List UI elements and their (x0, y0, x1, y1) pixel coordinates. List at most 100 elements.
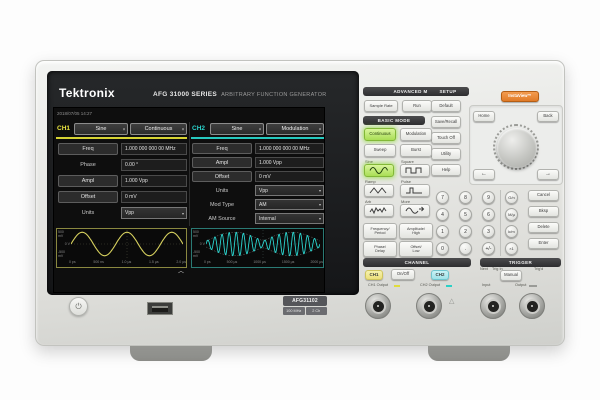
ch2-amsource-dropdown[interactable]: Internal ▾ (255, 213, 324, 224)
ch2-units-dropdown[interactable]: Vpp ▾ (255, 185, 324, 196)
back-button[interactable]: Back (537, 111, 559, 122)
ch2-freq-button[interactable]: Freq (192, 143, 252, 154)
ch2-modtype-label: Mod Type (192, 199, 252, 210)
modulation-mode-button[interactable]: Modulation (400, 128, 432, 141)
series-title: AFG 31000 SERIES (153, 91, 217, 98)
backspace-button[interactable]: Bksp (528, 206, 559, 217)
amplitude-high-button[interactable]: Amplitude/High (399, 223, 433, 239)
bandwidth-spec: 100 MHz (283, 307, 305, 315)
touch-off-button[interactable]: Touch Off (431, 132, 461, 144)
phase-delay-button[interactable]: Phase/Delay (363, 241, 397, 257)
more-waves-button[interactable] (400, 204, 430, 217)
ramp-wave-button[interactable] (364, 184, 394, 197)
frequency-period-button[interactable]: Frequency/Period (363, 223, 397, 239)
ch2-ampl-button[interactable]: Ampl (192, 157, 252, 168)
square-wave-icon (405, 166, 425, 175)
square-wave-button[interactable] (400, 164, 430, 177)
ch2-output-bnc (416, 293, 442, 319)
ch1-runmode-dropdown[interactable]: Continuous ▾ (130, 123, 187, 135)
model-specs-badge: 100 MHz 2 Ch (283, 307, 327, 315)
arb-wave-button[interactable] (364, 204, 394, 217)
ch1-units-dropdown[interactable]: Vpp ▾ (121, 207, 187, 219)
key-kilo-milli[interactable]: k/m (505, 225, 518, 238)
ch2-runmode-dropdown[interactable]: Modulation ▾ (266, 123, 324, 135)
ch2-waveform-preview[interactable]: 500 mV 0 V -500 mV 0 ps 500 µs (191, 228, 324, 268)
swipe-up-icon[interactable]: ︿ (178, 266, 184, 275)
ch2-offset-value[interactable]: 0 mV (255, 171, 324, 182)
key-mega-micro[interactable]: M/µ (505, 208, 518, 221)
ramp-wave-icon (369, 186, 389, 195)
ch2-freq-value[interactable]: 1.000 000 000 00 MHz (255, 143, 324, 154)
cursor-right-button[interactable]: → (537, 169, 559, 180)
ch1-ampl-button[interactable]: Ampl (58, 175, 118, 187)
cursor-left-button[interactable]: ← (473, 169, 495, 180)
output-onoff-button[interactable]: On/Off (391, 269, 415, 280)
ch2-offset-button[interactable]: Offset (192, 171, 252, 182)
run-button[interactable]: Run (402, 100, 432, 112)
key-3[interactable]: 3 (482, 225, 495, 238)
key-giga-nano[interactable]: G/n (505, 191, 518, 204)
ch1-units-label: Units (58, 207, 118, 219)
ch2-label: CH2 (192, 125, 205, 132)
save-recall-button[interactable]: Save/Recall (431, 116, 461, 128)
manual-trigger-button[interactable]: Manual (500, 270, 522, 281)
ch1-offset-value[interactable]: 0 mV (121, 191, 187, 203)
trigger-input-bnc (480, 293, 506, 319)
key-times-one[interactable]: ×1 (505, 242, 518, 255)
burst-mode-button[interactable]: Burst (400, 144, 432, 157)
sample-rate-button[interactable]: Sample Rate (364, 100, 398, 112)
chevron-down-icon: ▾ (319, 188, 321, 193)
channel-spec: 2 Ch (306, 307, 328, 315)
ch1-waveform-dropdown[interactable]: Sine ▾ (74, 123, 128, 135)
key-decimal[interactable]: . (459, 242, 472, 255)
ch2-units-label: Units (192, 185, 252, 196)
key-plusminus[interactable]: +/- (482, 242, 495, 255)
rotary-knob[interactable] (497, 128, 537, 168)
ch2-y-axis-labels: 500 mV 0 V -500 mV (193, 230, 205, 258)
continuous-mode-button[interactable]: Continuous (364, 128, 396, 141)
ch2-modtype-dropdown[interactable]: AM ▾ (255, 199, 324, 210)
ch2-modtype-value: AM (259, 202, 267, 208)
utility-button[interactable]: Utility (431, 148, 461, 160)
home-button[interactable]: Home (473, 111, 495, 122)
key-8[interactable]: 8 (459, 191, 472, 204)
keypad-divider (500, 190, 501, 256)
offset-low-button[interactable]: Offset/Low (399, 241, 433, 257)
default-button[interactable]: Default (431, 100, 461, 112)
pulse-wave-icon (405, 186, 425, 195)
ch1-freq-button[interactable]: Freq (58, 143, 118, 155)
cancel-button[interactable]: Cancel (528, 190, 559, 201)
pulse-wave-button[interactable] (400, 184, 430, 197)
ch2-waveform-dropdown[interactable]: Sine ▾ (210, 123, 264, 135)
key-7[interactable]: 7 (436, 191, 449, 204)
sweep-mode-button[interactable]: Sweep (364, 144, 396, 157)
ch2-output-accent (446, 285, 452, 287)
power-button[interactable]: ⏻ (69, 297, 88, 316)
key-0[interactable]: 0 (436, 242, 449, 255)
key-1[interactable]: 1 (436, 225, 449, 238)
channel-divider (189, 122, 190, 226)
model-badge: AFG31102 (283, 296, 327, 306)
ch1-waveform-preview[interactable]: 500 mV 0 V -500 mV 0 ps 500 ns 1.0 µs 1.… (56, 228, 187, 268)
touchscreen[interactable]: 2018/07/05 14:27 CH1 Sine ▾ Continuous ▾… (53, 107, 325, 293)
ch2-ampl-value[interactable]: 1.000 Vpp (255, 157, 324, 168)
ch1-select-button[interactable]: CH1 (365, 270, 383, 280)
enter-button[interactable]: Enter (528, 238, 559, 249)
instaview-button[interactable]: InstaView™ (501, 91, 539, 102)
key-6[interactable]: 6 (482, 208, 495, 221)
ch1-phase-value[interactable]: 0.00 ° (121, 159, 187, 171)
key-9[interactable]: 9 (482, 191, 495, 204)
ch1-offset-button[interactable]: Offset (58, 191, 118, 203)
sine-wave-button[interactable] (364, 164, 394, 177)
key-5[interactable]: 5 (459, 208, 472, 221)
chevron-down-icon: ▾ (123, 127, 125, 132)
key-2[interactable]: 2 (459, 225, 472, 238)
key-4[interactable]: 4 (436, 208, 449, 221)
ch1-ampl-value[interactable]: 1.000 Vpp (121, 175, 187, 187)
chevron-down-icon: ▾ (182, 211, 184, 216)
help-button[interactable]: Help (431, 164, 461, 176)
ch2-select-button[interactable]: CH2 (431, 270, 449, 280)
trigger-next-label: Next (480, 267, 488, 271)
delete-button[interactable]: Delete (528, 222, 559, 233)
ch1-freq-value[interactable]: 1.000 000 000 00 MHz (121, 143, 187, 155)
